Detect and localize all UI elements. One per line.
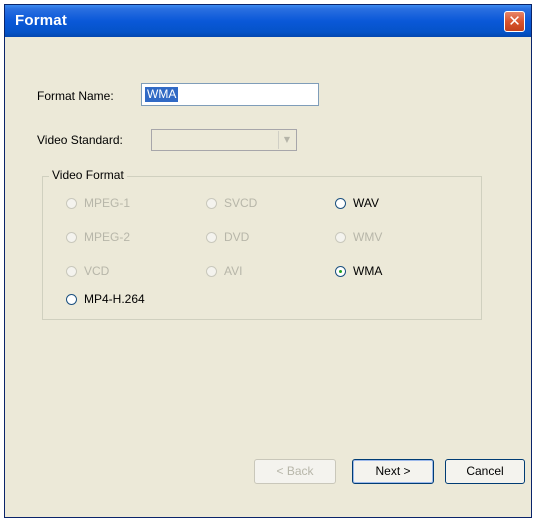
radio-button-icon: [66, 198, 77, 209]
video-standard-select[interactable]: ▼: [151, 129, 297, 151]
back-button[interactable]: < Back: [254, 459, 336, 484]
close-button[interactable]: ✕: [504, 11, 525, 32]
radio-button-icon: [206, 198, 217, 209]
dialog-title: Format: [15, 12, 68, 29]
format-name-input[interactable]: WMA: [141, 83, 319, 106]
radio-wma[interactable]: WMA: [335, 263, 382, 279]
radio-label: MPEG-1: [84, 196, 131, 210]
radio-mpeg2[interactable]: MPEG-2: [66, 229, 130, 245]
radio-label: DVD: [224, 230, 250, 244]
radio-svcd[interactable]: SVCD: [206, 195, 257, 211]
title-bar[interactable]: Format ✕: [5, 5, 531, 37]
radio-button-icon: [66, 266, 77, 277]
radio-label: VCD: [84, 264, 110, 278]
radio-label: MP4-H.264: [84, 292, 145, 306]
format-dialog: Format ✕ Format Name: WMA Video Standard…: [4, 4, 532, 518]
radio-label: WMA: [353, 264, 383, 278]
next-button[interactable]: Next >: [352, 459, 434, 484]
radio-wmv[interactable]: WMV: [335, 229, 382, 245]
video-standard-label: Video Standard:: [37, 133, 123, 147]
radio-wav[interactable]: WAV: [335, 195, 379, 211]
radio-dvd[interactable]: DVD: [206, 229, 249, 245]
radio-button-icon: [335, 232, 346, 243]
radio-button-icon: [206, 232, 217, 243]
video-format-group-label: Video Format: [49, 168, 127, 182]
radio-button-selected-icon: [335, 266, 346, 277]
format-name-value: WMA: [145, 87, 179, 102]
radio-avi[interactable]: AVI: [206, 263, 242, 279]
radio-label: WAV: [353, 196, 379, 210]
radio-label: WMV: [353, 230, 383, 244]
radio-button-icon: [335, 198, 346, 209]
radio-button-icon: [206, 266, 217, 277]
format-name-label: Format Name:: [37, 89, 114, 103]
radio-button-icon: [66, 232, 77, 243]
radio-button-icon: [66, 294, 77, 305]
radio-label: MPEG-2: [84, 230, 131, 244]
radio-label: SVCD: [224, 196, 258, 210]
radio-vcd[interactable]: VCD: [66, 263, 109, 279]
radio-mp4-h264[interactable]: MP4-H.264: [66, 291, 145, 307]
cancel-button[interactable]: Cancel: [445, 459, 525, 484]
close-icon: ✕: [508, 12, 521, 30]
chevron-down-icon[interactable]: ▼: [278, 131, 295, 149]
radio-label: AVI: [224, 264, 243, 278]
radio-mpeg1[interactable]: MPEG-1: [66, 195, 130, 211]
